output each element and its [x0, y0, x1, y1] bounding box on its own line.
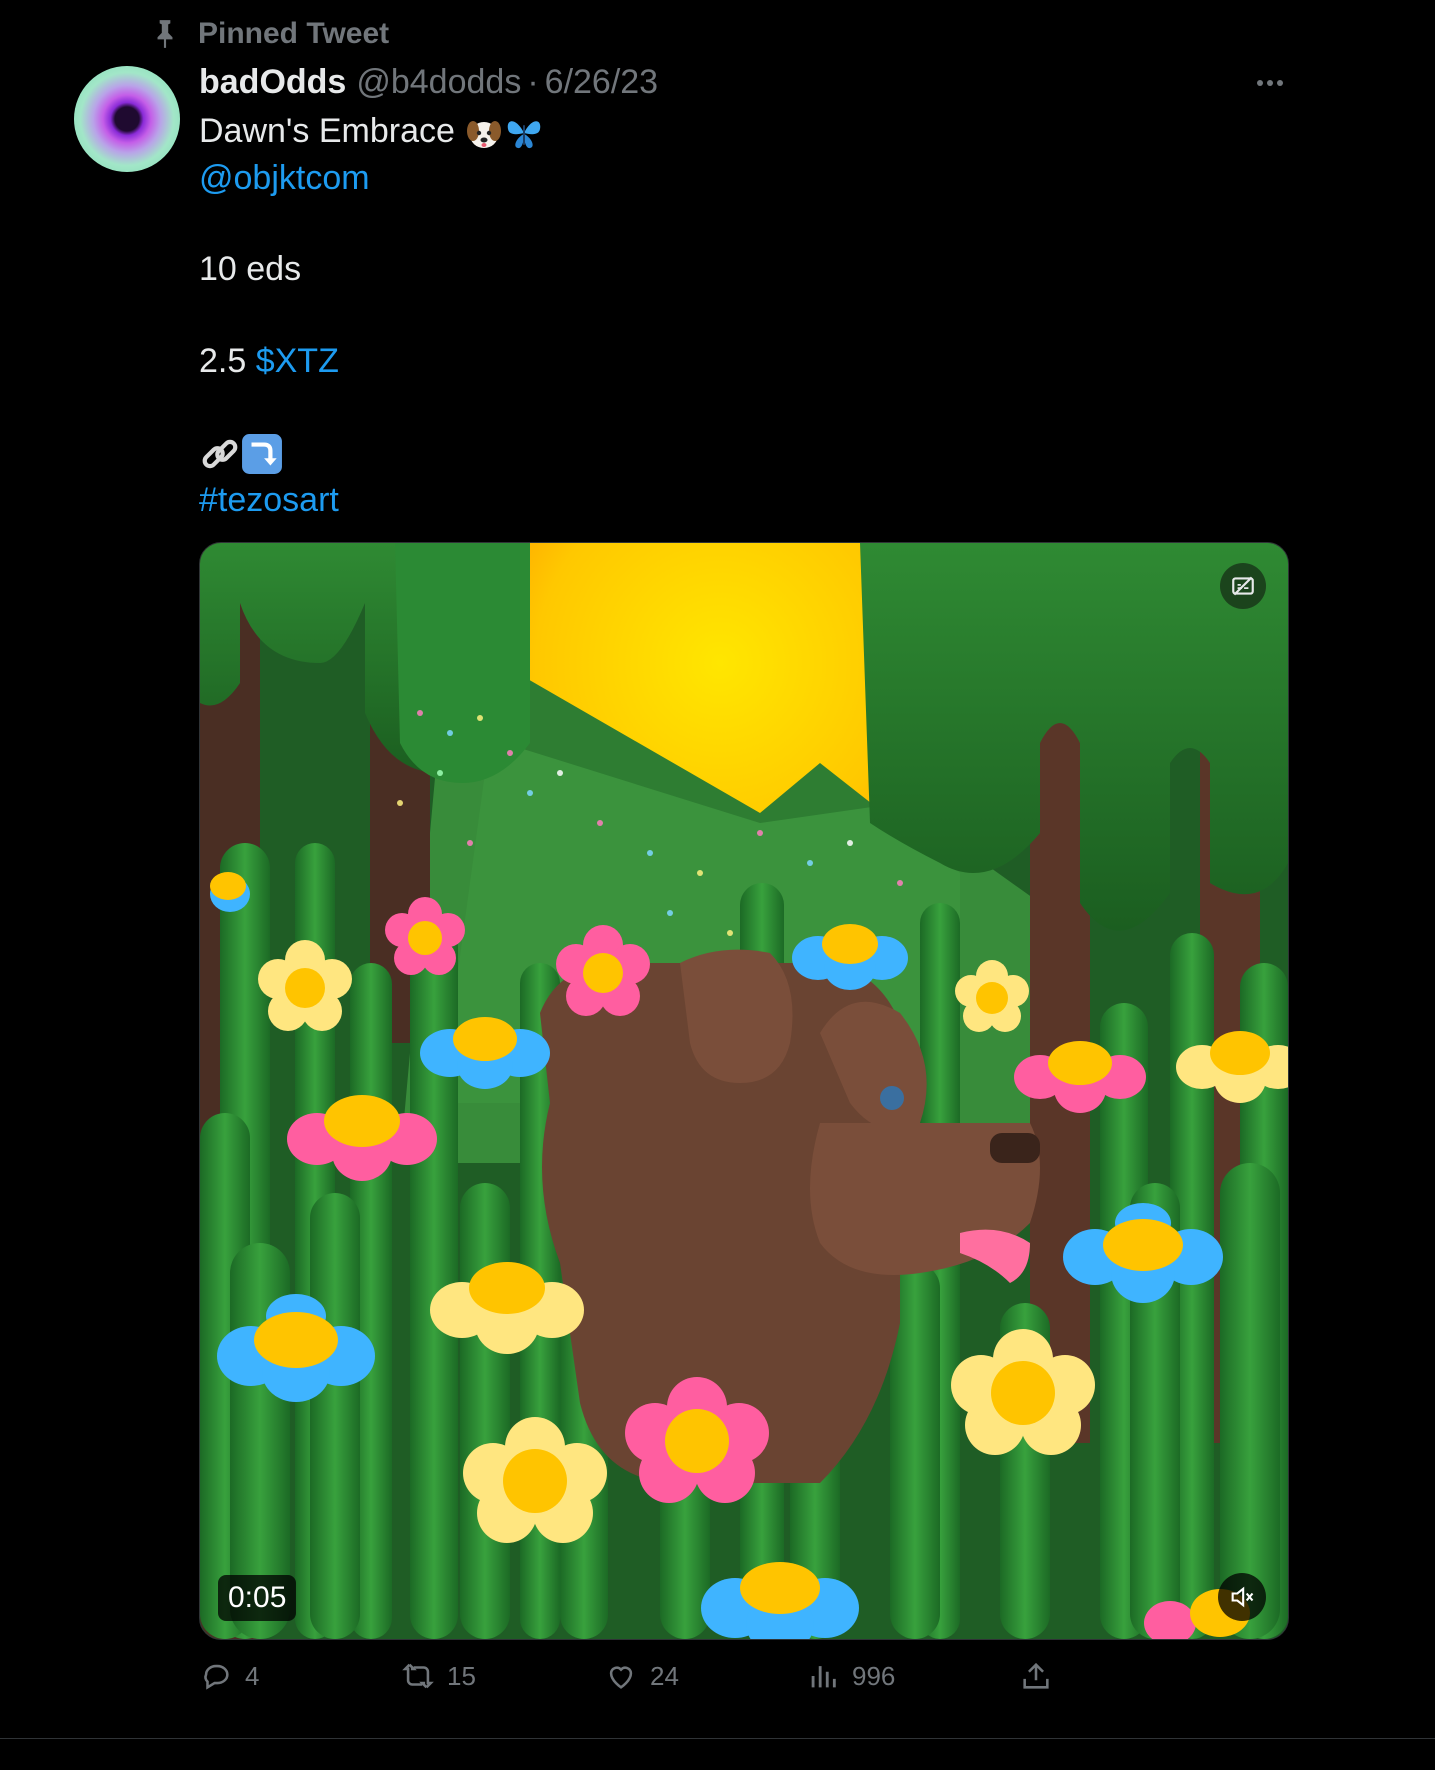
- tweet-header: badOdds @b4dodds · 6/26/23: [199, 60, 658, 104]
- editions-text: 10 eds: [199, 250, 302, 288]
- tweet-title-line: Dawn's Embrace: [199, 109, 544, 153]
- tweet-date[interactable]: 6/26/23: [545, 63, 658, 102]
- editions-line: 10 eds: [199, 247, 301, 291]
- author-avatar[interactable]: [74, 66, 180, 172]
- video-frame: [200, 543, 1288, 1639]
- captions-off-icon: [1232, 576, 1254, 596]
- pin-icon: [157, 20, 173, 48]
- tweet-actions-bar: 4 15 24 996: [199, 1654, 1287, 1698]
- cashtag-link[interactable]: $XTZ: [256, 342, 339, 380]
- header-separator: ·: [527, 62, 539, 101]
- share-button[interactable]: [1019, 1654, 1065, 1698]
- like-button[interactable]: 24: [604, 1654, 679, 1698]
- alt-text-button[interactable]: [1220, 563, 1266, 609]
- author-handle[interactable]: @b4dodds: [356, 63, 521, 102]
- retweet-button[interactable]: 15: [401, 1654, 476, 1698]
- butterfly-icon: [508, 121, 541, 149]
- video-player[interactable]: 0:05: [199, 542, 1289, 1640]
- price-line: 2.5 $XTZ: [199, 339, 339, 383]
- tweet-title: Dawn's Embrace: [199, 112, 455, 150]
- views-button[interactable]: 996: [806, 1654, 895, 1698]
- price-amount: 2.5: [199, 342, 247, 380]
- heart-icon: [609, 1666, 633, 1689]
- mute-button[interactable]: [1218, 1573, 1266, 1621]
- more-options-icon[interactable]: [1250, 68, 1290, 98]
- mention-line: @objktcom: [199, 156, 370, 200]
- reply-icon: [204, 1664, 229, 1690]
- tweet-divider: [0, 1738, 1435, 1739]
- hashtag-link[interactable]: #tezosart: [199, 481, 339, 519]
- analytics-icon: [811, 1666, 836, 1688]
- arrow-curving-down-icon: [242, 434, 282, 474]
- emoji-line: [199, 430, 283, 475]
- dog-face-icon: [467, 121, 502, 149]
- mention-link[interactable]: @objktcom: [199, 159, 370, 197]
- retweet-icon: [402, 1663, 434, 1689]
- reply-count: 4: [245, 1660, 260, 1691]
- share-icon: [1023, 1662, 1049, 1689]
- hashtag-line: #tezosart: [199, 478, 339, 522]
- reply-button[interactable]: 4: [199, 1654, 259, 1698]
- author-name[interactable]: badOdds: [199, 63, 346, 102]
- link-icon: [202, 439, 238, 469]
- video-timecode: 0:05: [218, 1575, 297, 1621]
- retweet-count: 15: [447, 1660, 476, 1691]
- like-count: 24: [650, 1660, 679, 1691]
- views-count: 996: [852, 1660, 896, 1691]
- speaker-muted-icon: [1231, 1586, 1254, 1608]
- pinned-tweet-text: Pinned Tweet: [198, 17, 390, 50]
- pinned-tweet-label: Pinned Tweet: [152, 14, 389, 54]
